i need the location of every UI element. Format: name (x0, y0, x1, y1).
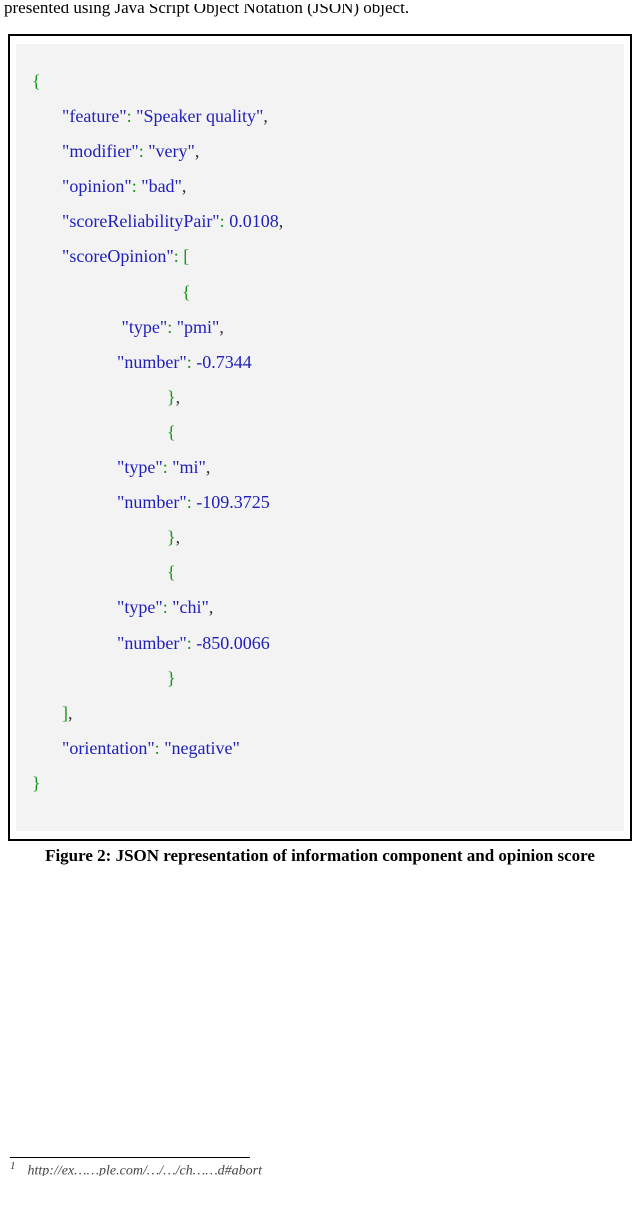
figure-caption: Figure 2: JSON representation of informa… (8, 845, 632, 867)
key-type2: "type" (117, 457, 163, 477)
key-orientation: "orientation" (62, 738, 155, 758)
brace-open-item1: { (182, 282, 191, 302)
footnote-rule (10, 1157, 250, 1158)
key-type3: "type" (117, 597, 163, 617)
key-opinion: "opinion" (62, 176, 132, 196)
val-orientation: "negative" (164, 738, 240, 758)
json-code-block: {"feature": "Speaker quality","modifier"… (16, 44, 624, 831)
val-opinion: "bad" (141, 176, 182, 196)
brace-open: { (32, 71, 41, 91)
val-feature: "Speaker quality" (136, 106, 263, 126)
val-type-chi: "chi" (172, 597, 209, 617)
brace-close: } (32, 773, 41, 793)
brace-close-item1: } (167, 387, 176, 407)
key-scorereliability: "scoreReliabilityPair" (62, 211, 220, 231)
footnote-marker: 1 (10, 1160, 16, 1172)
key-number3: "number" (117, 633, 187, 653)
key-feature: "feature" (62, 106, 127, 126)
key-type1: "type" (122, 317, 168, 337)
footnote-text: http://ex……ple.com/…/…/ch……d#abort (28, 1164, 263, 1176)
val-type-pmi: "pmi" (177, 317, 220, 337)
val-type-mi: "mi" (172, 457, 206, 477)
figure-container: {"feature": "Speaker quality","modifier"… (8, 34, 632, 841)
bracket-open: [ (183, 246, 189, 266)
brace-close-item2: } (167, 527, 176, 547)
val-scorereliability: 0.0108 (229, 211, 279, 231)
cropped-header-text: presented using Java Script Object Notat… (4, 4, 636, 22)
brace-open-item2: { (167, 422, 176, 442)
val-num-mi: -109.3725 (196, 492, 270, 512)
key-scoreopinion: "scoreOpinion" (62, 246, 174, 266)
header-fragment: presented using Java Script Object Notat… (4, 4, 409, 18)
key-number1: "number" (117, 352, 187, 372)
val-num-pmi: -0.7344 (196, 352, 252, 372)
footnote: 1 http://ex……ple.com/…/…/ch……d#abort (4, 1160, 636, 1176)
brace-close-item3: } (167, 668, 176, 688)
key-number2: "number" (117, 492, 187, 512)
val-num-chi: -850.0066 (196, 633, 270, 653)
val-modifier: "very" (148, 141, 195, 161)
key-modifier: "modifier" (62, 141, 139, 161)
brace-open-item3: { (167, 562, 176, 582)
